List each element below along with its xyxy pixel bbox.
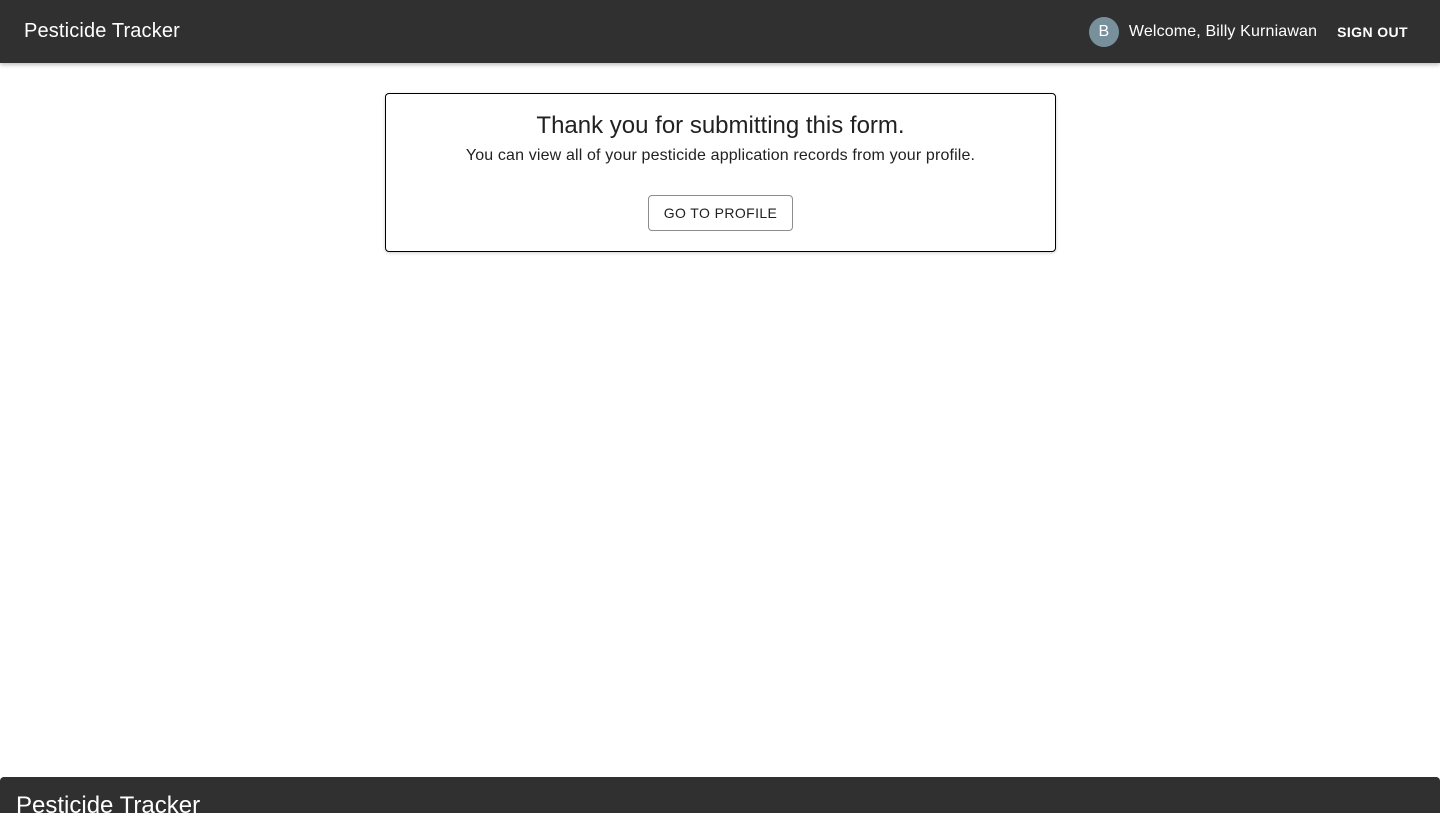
confirmation-card: Thank you for submitting this form. You … (385, 93, 1056, 252)
user-avatar[interactable]: B (1088, 16, 1119, 47)
footer-title: Pesticide Tracker (16, 792, 201, 813)
app-footer: Pesticide Tracker (0, 777, 1440, 813)
app-header: Pesticide Tracker B Welcome, Billy Kurni… (0, 0, 1440, 63)
user-area: B Welcome, Billy Kurniawan SIGN OUT (1088, 16, 1416, 47)
app-title: Pesticide Tracker (24, 20, 180, 42)
sign-out-button[interactable]: SIGN OUT (1329, 18, 1416, 46)
confirmation-title: Thank you for submitting this form. (536, 112, 905, 139)
welcome-text: Welcome, Billy Kurniawan (1128, 22, 1318, 40)
confirmation-message: You can view all of your pesticide appli… (465, 147, 976, 164)
go-to-profile-button[interactable]: GO TO PROFILE (647, 195, 794, 231)
